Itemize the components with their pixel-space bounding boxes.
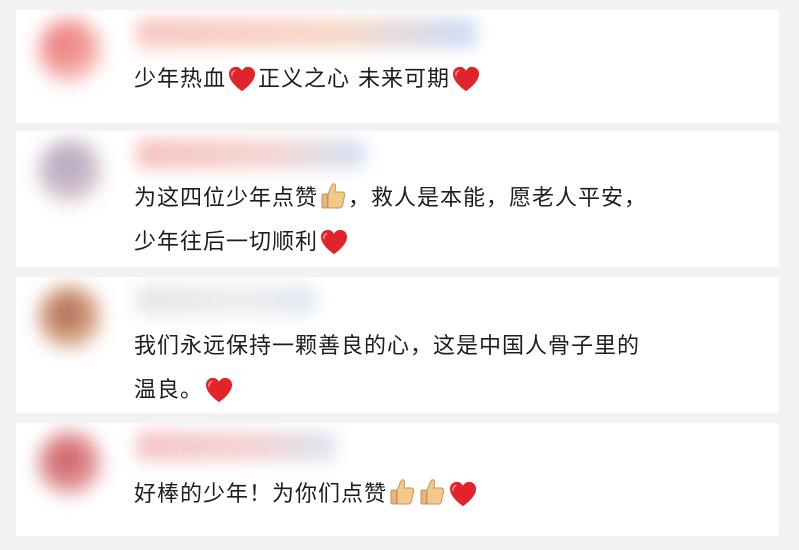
comment-line: 好棒的少年！为你们点赞 [134, 473, 754, 517]
username[interactable] [136, 431, 336, 461]
comment-text: 好棒的少年！为你们点赞 [134, 473, 754, 517]
username[interactable] [136, 285, 316, 315]
heart-icon [204, 376, 234, 403]
username[interactable] [136, 139, 366, 169]
thumbs-up-icon [418, 477, 446, 507]
comment-segment: 温良。 [134, 378, 204, 403]
comment-segment: 好棒的少年！为你们点赞 [134, 482, 388, 507]
thumbs-up-icon [319, 181, 347, 211]
comment-card: 好棒的少年！为你们点赞 [16, 423, 779, 536]
avatar[interactable] [38, 431, 102, 495]
avatar[interactable] [38, 285, 102, 349]
comment-segment: 为这四位少年点赞 [134, 186, 319, 211]
heart-icon [448, 480, 478, 507]
comment-card: 少年热血 正义之心 未来可期 [16, 10, 779, 123]
comment-text: 为这四位少年点赞 ，救人是本能，愿老人平安， 少年往后一切顺利 [134, 177, 754, 265]
comment-segment: 少年热血 [134, 67, 227, 92]
comment-line: 为这四位少年点赞 ，救人是本能，愿老人平安， [134, 177, 754, 221]
comment-line: 温良。 [134, 369, 754, 413]
username[interactable] [136, 18, 476, 48]
comment-line: 少年往后一切顺利 [134, 221, 754, 265]
comment-segment: 正义之心 未来可期 [258, 67, 451, 92]
comment-text: 少年热血 正义之心 未来可期 [134, 58, 754, 102]
heart-icon [227, 65, 257, 92]
comment-segment: ，救人是本能，愿老人平安， [348, 186, 648, 211]
avatar[interactable] [38, 18, 102, 82]
comment-text: 我们永远保持一颗善良的心，这是中国人骨子里的 温良。 [134, 325, 754, 413]
heart-icon [451, 65, 481, 92]
avatar[interactable] [38, 139, 102, 203]
comment-line: 我们永远保持一颗善良的心，这是中国人骨子里的 [134, 325, 754, 369]
heart-icon [319, 228, 349, 255]
comment-card: 为这四位少年点赞 ，救人是本能，愿老人平安， 少年往后一切顺利 [16, 131, 779, 267]
comment-feed: 少年热血 正义之心 未来可期 为这四位少年点赞 ，救人是本能，愿老人平安， 少年往后一… [0, 0, 799, 550]
thumbs-up-icon [388, 477, 416, 507]
comment-line: 少年热血 正义之心 未来可期 [134, 58, 754, 102]
comment-segment: 我们永远保持一颗善良的心，这是中国人骨子里的 [134, 334, 641, 359]
comment-card: 我们永远保持一颗善良的心，这是中国人骨子里的 温良。 [16, 277, 779, 413]
comment-segment: 少年往后一切顺利 [134, 230, 319, 255]
